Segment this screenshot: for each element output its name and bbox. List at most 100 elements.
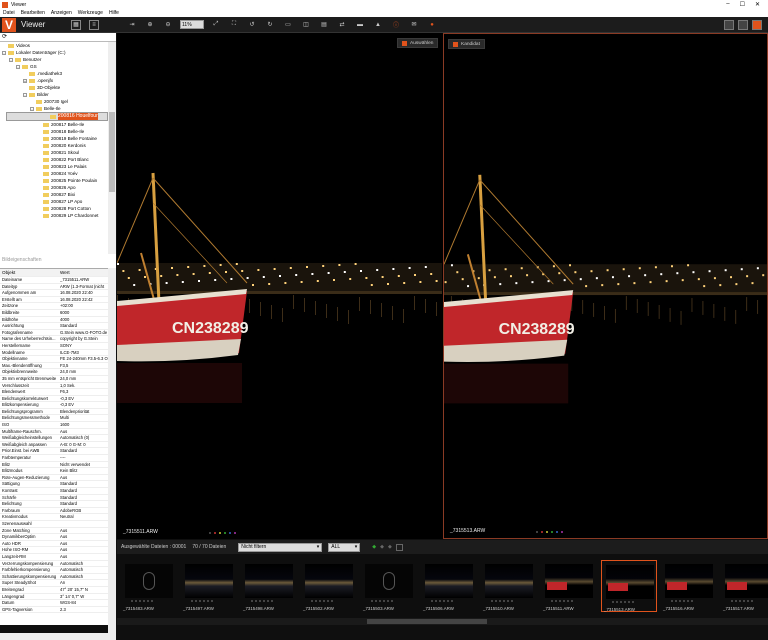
- maximize-icon[interactable]: ☐: [740, 1, 745, 8]
- tree-item[interactable]: Videos: [0, 42, 108, 49]
- tree-item[interactable]: - Benutzer: [0, 56, 108, 63]
- property-row[interactable]: Blitz Nicht verwendet: [0, 462, 108, 469]
- close-icon[interactable]: ✕: [755, 1, 760, 8]
- tree-item[interactable]: 200816 Houelfour: [6, 112, 108, 121]
- list-view-icon[interactable]: ≡: [89, 19, 99, 30]
- viewer-pane-b[interactable]: CN238289 Kandidat _7315513.ARW: [443, 33, 768, 539]
- property-row[interactable]: Auto HDR Aus: [0, 541, 108, 548]
- property-row[interactable]: Datum WGS-84: [0, 600, 108, 607]
- tree-item[interactable]: 200827 LP Apo: [0, 198, 108, 205]
- tree-item[interactable]: 200820 Kerdonis: [0, 142, 108, 149]
- property-row[interactable]: 35 mm entspricht Brennweite 24,0 mm: [0, 376, 108, 383]
- tree-item[interactable]: 200730 Igel: [0, 98, 108, 105]
- property-row[interactable]: Schattierungskompensierung Automatisch: [0, 574, 108, 581]
- record-icon[interactable]: ●: [427, 20, 437, 30]
- tree-item[interactable]: 200828 Port Cotton: [0, 205, 108, 212]
- expand-icon[interactable]: -: [23, 92, 27, 97]
- menu-datei[interactable]: Datei: [3, 10, 15, 16]
- expand-icon[interactable]: -: [9, 57, 13, 62]
- rating-dots-b[interactable]: [536, 531, 563, 533]
- thumb-rating-dots[interactable]: [311, 600, 333, 602]
- property-row[interactable]: Erstellt am 16.08.2020 22:42: [0, 297, 108, 304]
- rotate-right-icon[interactable]: ↻: [265, 20, 275, 30]
- property-row[interactable]: Längengrad 3° 14' 0,7" W: [0, 594, 108, 601]
- thumb-rating-dots[interactable]: [612, 601, 634, 603]
- fit-icon[interactable]: ⤢: [211, 20, 221, 30]
- tree-item[interactable]: 200822 Port Blanc: [0, 156, 108, 163]
- thumb-rating-dots[interactable]: [491, 600, 513, 602]
- property-row[interactable]: Bildhöhe 4000: [0, 317, 108, 324]
- properties-hscrollbar[interactable]: [0, 633, 116, 640]
- export-icon[interactable]: ⇥: [127, 20, 137, 30]
- property-row[interactable]: DynamikberOptim Aus: [0, 534, 108, 541]
- tree-item[interactable]: 200825 Pointe Poulain: [0, 177, 108, 184]
- expand-icon[interactable]: -: [16, 64, 20, 69]
- thumb-rating-dots[interactable]: [431, 600, 453, 602]
- thumb-rating-dots[interactable]: [191, 600, 213, 602]
- property-row[interactable]: Herstellername SONY: [0, 343, 108, 350]
- tree-item[interactable]: 3D-Objekte: [0, 84, 108, 91]
- property-row[interactable]: Zeitzone +02:00: [0, 303, 108, 310]
- property-row[interactable]: Farbraum AdobeRGB: [0, 508, 108, 515]
- filmstrip-thumb[interactable]: _7315516.ARW: [661, 560, 717, 612]
- property-row[interactable]: Verzerrungskompensierung Automatisch: [0, 561, 108, 568]
- property-row[interactable]: Belichtung Standard: [0, 501, 108, 508]
- tree-item[interactable]: 200824 Yoév: [0, 170, 108, 177]
- sync-icon[interactable]: ⇄: [337, 20, 347, 30]
- tree-item[interactable]: 200823 Le Palais: [0, 163, 108, 170]
- filmstrip-scrollbar[interactable]: [117, 618, 768, 625]
- zoom-select[interactable]: 11%: [180, 20, 204, 29]
- mail-icon[interactable]: ✉: [409, 20, 419, 30]
- property-row[interactable]: Fotografenname G.Stein www.G-FOTO.de: [0, 330, 108, 337]
- filmstrip-thumb[interactable]: _7315511.ARW: [541, 560, 597, 612]
- expand-icon[interactable]: +: [23, 78, 27, 83]
- property-row[interactable]: Objektivbrennweite 24,0 mm: [0, 369, 108, 376]
- property-row[interactable]: ISO 1600: [0, 422, 108, 429]
- property-row[interactable]: Kreativmodus Neutral: [0, 514, 108, 521]
- refresh-icon[interactable]: ⟳: [0, 33, 116, 42]
- property-row[interactable]: Hohe ISO-RM Aus: [0, 547, 108, 554]
- expand-icon[interactable]: -: [2, 50, 6, 55]
- tree-item[interactable]: 200821 Skoul: [0, 149, 108, 156]
- menu-werkzeuge[interactable]: Werkzeuge: [78, 10, 103, 16]
- flag-clear-icon[interactable]: ◆: [388, 544, 392, 550]
- tree-item[interactable]: - Lokaler Datenträger (C:): [0, 49, 108, 56]
- filmstrip-thumb[interactable]: _7315502.ARW: [301, 560, 357, 612]
- filmstrip-thumb[interactable]: _7315506.ARW: [421, 560, 477, 612]
- property-row[interactable]: Bildbreite 6000: [0, 310, 108, 317]
- grid-view-icon[interactable]: ▦: [71, 19, 81, 30]
- tree-item[interactable]: 200827 Bixi: [0, 191, 108, 198]
- property-row[interactable]: Objektivname FE 24-240mm F3.5-6.3 OSS: [0, 356, 108, 363]
- tree-item[interactable]: 200829 LP Chardonnet: [0, 212, 108, 219]
- thumb-rating-dots[interactable]: [671, 600, 693, 602]
- thumb-rating-dots[interactable]: [551, 600, 573, 602]
- property-row[interactable]: Kontrast Standard: [0, 488, 108, 495]
- tree-item[interactable]: 200826 Apo: [0, 184, 108, 191]
- property-row[interactable]: Aufgenommen am 16.08.2020 22:40: [0, 290, 108, 297]
- property-row[interactable]: Max.-Blendenöffnung F3,5: [0, 363, 108, 370]
- select-button[interactable]: Auswählen: [397, 38, 439, 48]
- thumb-rating-dots[interactable]: [731, 600, 753, 602]
- filmstrip-thumb[interactable]: _7315498.ARW: [241, 560, 297, 612]
- tree-item[interactable]: - Belle-Ile: [0, 105, 108, 112]
- property-row[interactable]: Dateityp ARW (1.3-Format (nicht: [0, 284, 108, 291]
- menu-hilfe[interactable]: Hilfe: [109, 10, 119, 16]
- menu-bearbeiten[interactable]: Bearbeiten: [21, 10, 45, 16]
- property-row[interactable]: Name des Urheberrechtsin... copyright by …: [0, 336, 108, 343]
- film-icon[interactable]: ▬: [355, 20, 365, 30]
- compare-view-icon[interactable]: ◫: [301, 20, 311, 30]
- property-row[interactable]: Blendenwert F6,3: [0, 389, 108, 396]
- filmstrip-thumb[interactable]: _7315513.ARW: [601, 560, 657, 612]
- minimize-icon[interactable]: –: [726, 1, 729, 8]
- property-row[interactable]: Farbtemperatur ----: [0, 455, 108, 462]
- flag-reject-icon[interactable]: ◆: [380, 544, 384, 550]
- tree-item[interactable]: - Bilder: [0, 91, 108, 98]
- filter-select[interactable]: Nicht filtern ▾: [238, 542, 323, 552]
- info-icon[interactable]: ⓘ: [391, 20, 401, 30]
- property-row[interactable]: Szenenauswahl: [0, 521, 108, 528]
- property-row[interactable]: Rote-Augen-Reduzierung Aus: [0, 475, 108, 482]
- tree-item[interactable]: 200818 Belle-Ile: [0, 128, 108, 135]
- property-row[interactable]: Zone Matching Aus: [0, 528, 108, 535]
- menu-anzeigen[interactable]: Anzeigen: [51, 10, 72, 16]
- property-row[interactable]: Breitengrad 47° 20' 15,7" N: [0, 587, 108, 594]
